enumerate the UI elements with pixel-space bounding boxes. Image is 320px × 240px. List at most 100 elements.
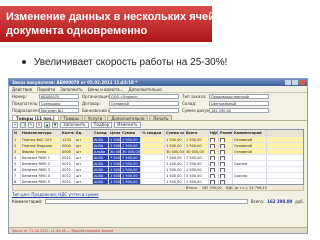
table-cell[interactable]: ALBA <box>93 179 109 184</box>
table-cell[interactable]: 30 000,00 <box>109 149 121 154</box>
table-cell[interactable]: Белизна RMG 1 <box>21 155 61 160</box>
column-header[interactable]: Размещение <box>219 130 233 136</box>
table-row[interactable]: 1Плитка ВАС 1031234штALBA1 500,001 500,0… <box>13 136 303 142</box>
table-cell[interactable]: 7 500,00 <box>109 155 121 160</box>
table-cell[interactable] <box>141 173 165 178</box>
table-cell[interactable]: 7 <box>13 173 21 178</box>
table-cell[interactable] <box>219 173 233 178</box>
column-header[interactable]: Сумма скидки <box>165 130 185 136</box>
bank-account-field[interactable] <box>109 108 179 113</box>
table-cell[interactable] <box>209 173 219 178</box>
table-cell[interactable] <box>219 179 233 184</box>
table-cell[interactable] <box>209 161 219 166</box>
table-cell[interactable] <box>219 167 233 172</box>
table-cell[interactable]: Белизна RMG 2 <box>21 161 61 166</box>
table-cell[interactable] <box>209 155 219 160</box>
organization-field[interactable]: ООО «Эталон» <box>109 94 179 99</box>
fill-button[interactable]: Заполнить <box>60 122 89 128</box>
table-cell[interactable]: 0012 <box>61 173 75 178</box>
table-cell[interactable]: 1 500,00 <box>185 161 209 166</box>
move-up-icon[interactable]: ▲ <box>44 122 50 128</box>
table-cell[interactable]: 0012 <box>61 161 75 166</box>
table-cell[interactable]: 0012 <box>61 155 75 160</box>
table-cell[interactable]: ALBA <box>93 173 109 178</box>
menu-item-goto[interactable]: Перейти <box>37 87 55 92</box>
table-cell[interactable] <box>209 149 219 154</box>
menu-item-actions[interactable]: Действия <box>12 87 32 92</box>
select-button[interactable]: Подбор <box>90 122 113 128</box>
table-cell[interactable]: 1 500,00 <box>165 173 185 178</box>
department-field[interactable]: Магазин №1 <box>39 108 79 113</box>
customer-field[interactable]: Солнышко <box>39 101 79 106</box>
table-cell[interactable]: 1 500,00 <box>165 179 185 184</box>
table-cell[interactable] <box>219 143 233 148</box>
table-row[interactable]: 4Белизна RMG 10012штALBA7 500,007 500,00… <box>13 154 303 160</box>
table-row[interactable]: 2Плитка Морская0004штALBA1 500,001 500,0… <box>13 142 303 148</box>
table-cell[interactable] <box>141 143 165 148</box>
table-cell[interactable]: 1 500,00 <box>185 173 209 178</box>
table-cell[interactable]: Плитка Морская <box>21 143 61 148</box>
table-cell[interactable]: шт <box>75 161 93 166</box>
table-cell[interactable]: 1 500,00 <box>185 143 209 148</box>
table-cell[interactable]: шт <box>75 137 93 142</box>
table-cell[interactable]: 1 500,00 <box>165 143 185 148</box>
column-header[interactable]: % скидки <box>141 130 165 136</box>
table-cell[interactable] <box>141 155 165 160</box>
table-cell[interactable]: Белизна RMG 3 <box>21 167 61 172</box>
table-cell[interactable]: 30 000,00 <box>165 149 185 154</box>
table-row[interactable]: 3Фирма Техно0005штАльба30 000,0030 000,0… <box>13 148 303 154</box>
column-header[interactable]: Склад <box>93 130 109 136</box>
copy-row-icon[interactable]: ❐ <box>20 122 26 128</box>
table-cell[interactable] <box>233 167 267 172</box>
table-cell[interactable]: 1 500,00 <box>121 179 141 184</box>
table-cell[interactable]: 1 500,00 <box>165 167 185 172</box>
table-cell[interactable]: 3 <box>13 149 21 154</box>
table-cell[interactable]: Срочно <box>233 173 267 178</box>
tab-additional[interactable]: Дополнительно <box>107 115 149 121</box>
minimize-icon[interactable] <box>285 80 291 85</box>
table-cell[interactable] <box>233 155 267 160</box>
table-cell[interactable]: шт <box>75 149 93 154</box>
table-cell[interactable]: 2 <box>13 143 21 148</box>
table-cell[interactable]: 7 500,00 <box>185 155 209 160</box>
table-cell[interactable]: 1234 <box>61 137 75 142</box>
table-cell[interactable]: Срочно <box>233 161 267 166</box>
table-cell[interactable] <box>141 179 165 184</box>
table-cell[interactable] <box>141 137 165 142</box>
table-cell[interactable] <box>141 167 165 172</box>
number-field[interactable]: АБ000070 <box>39 94 79 99</box>
column-header[interactable]: Сумма <box>121 130 141 136</box>
table-cell[interactable]: Основной <box>233 137 267 142</box>
table-cell[interactable]: ALBA <box>93 143 109 148</box>
table-cell[interactable]: 1 500,00 <box>185 179 209 184</box>
table-cell[interactable] <box>209 167 219 172</box>
table-cell[interactable] <box>209 137 219 142</box>
add-row-icon[interactable]: + <box>12 122 18 128</box>
table-row[interactable]: 8Белизна RMG 50012штALBA1 500,001 500,00… <box>13 178 303 184</box>
column-header[interactable]: Всего <box>185 130 209 136</box>
menu-item-extra[interactable]: Дополнительно <box>128 87 161 92</box>
tab-print[interactable]: Печать <box>149 115 173 121</box>
table-cell[interactable]: 0012 <box>61 167 75 172</box>
column-header[interactable]: Ед. <box>75 130 93 136</box>
table-row[interactable]: 5Белизна RMG 20012штALBA1 500,001 500,00… <box>13 160 303 166</box>
table-cell[interactable]: 30 000,00 <box>185 149 209 154</box>
table-cell[interactable]: 1 500,00 <box>109 179 121 184</box>
table-cell[interactable]: Основной <box>233 149 267 154</box>
table-cell[interactable]: шт <box>75 143 93 148</box>
table-row[interactable]: 6Белизна RMG 30012штALBA1 500,001 500,00… <box>13 166 303 172</box>
table-cell[interactable] <box>209 143 219 148</box>
contract-field[interactable]: Основной <box>109 101 179 106</box>
table-cell[interactable]: 5 <box>13 161 21 166</box>
table-cell[interactable]: 1 500,00 <box>185 167 209 172</box>
table-cell[interactable]: 1 500,00 <box>109 173 121 178</box>
table-cell[interactable]: Белизна RMG 5 <box>21 179 61 184</box>
price-type-link[interactable]: Тип цен: Продажная; НДС учтен в сумме <box>12 192 99 197</box>
table-cell[interactable]: 1 500,00 <box>121 173 141 178</box>
table-cell[interactable]: 1 500,00 <box>109 161 121 166</box>
table-cell[interactable] <box>219 155 233 160</box>
table-cell[interactable]: ALBA <box>93 155 109 160</box>
warehouse-field[interactable]: Центральный <box>209 101 269 106</box>
table-cell[interactable]: 1 500,00 <box>121 167 141 172</box>
edit-row-icon[interactable]: ✎ <box>28 122 34 128</box>
